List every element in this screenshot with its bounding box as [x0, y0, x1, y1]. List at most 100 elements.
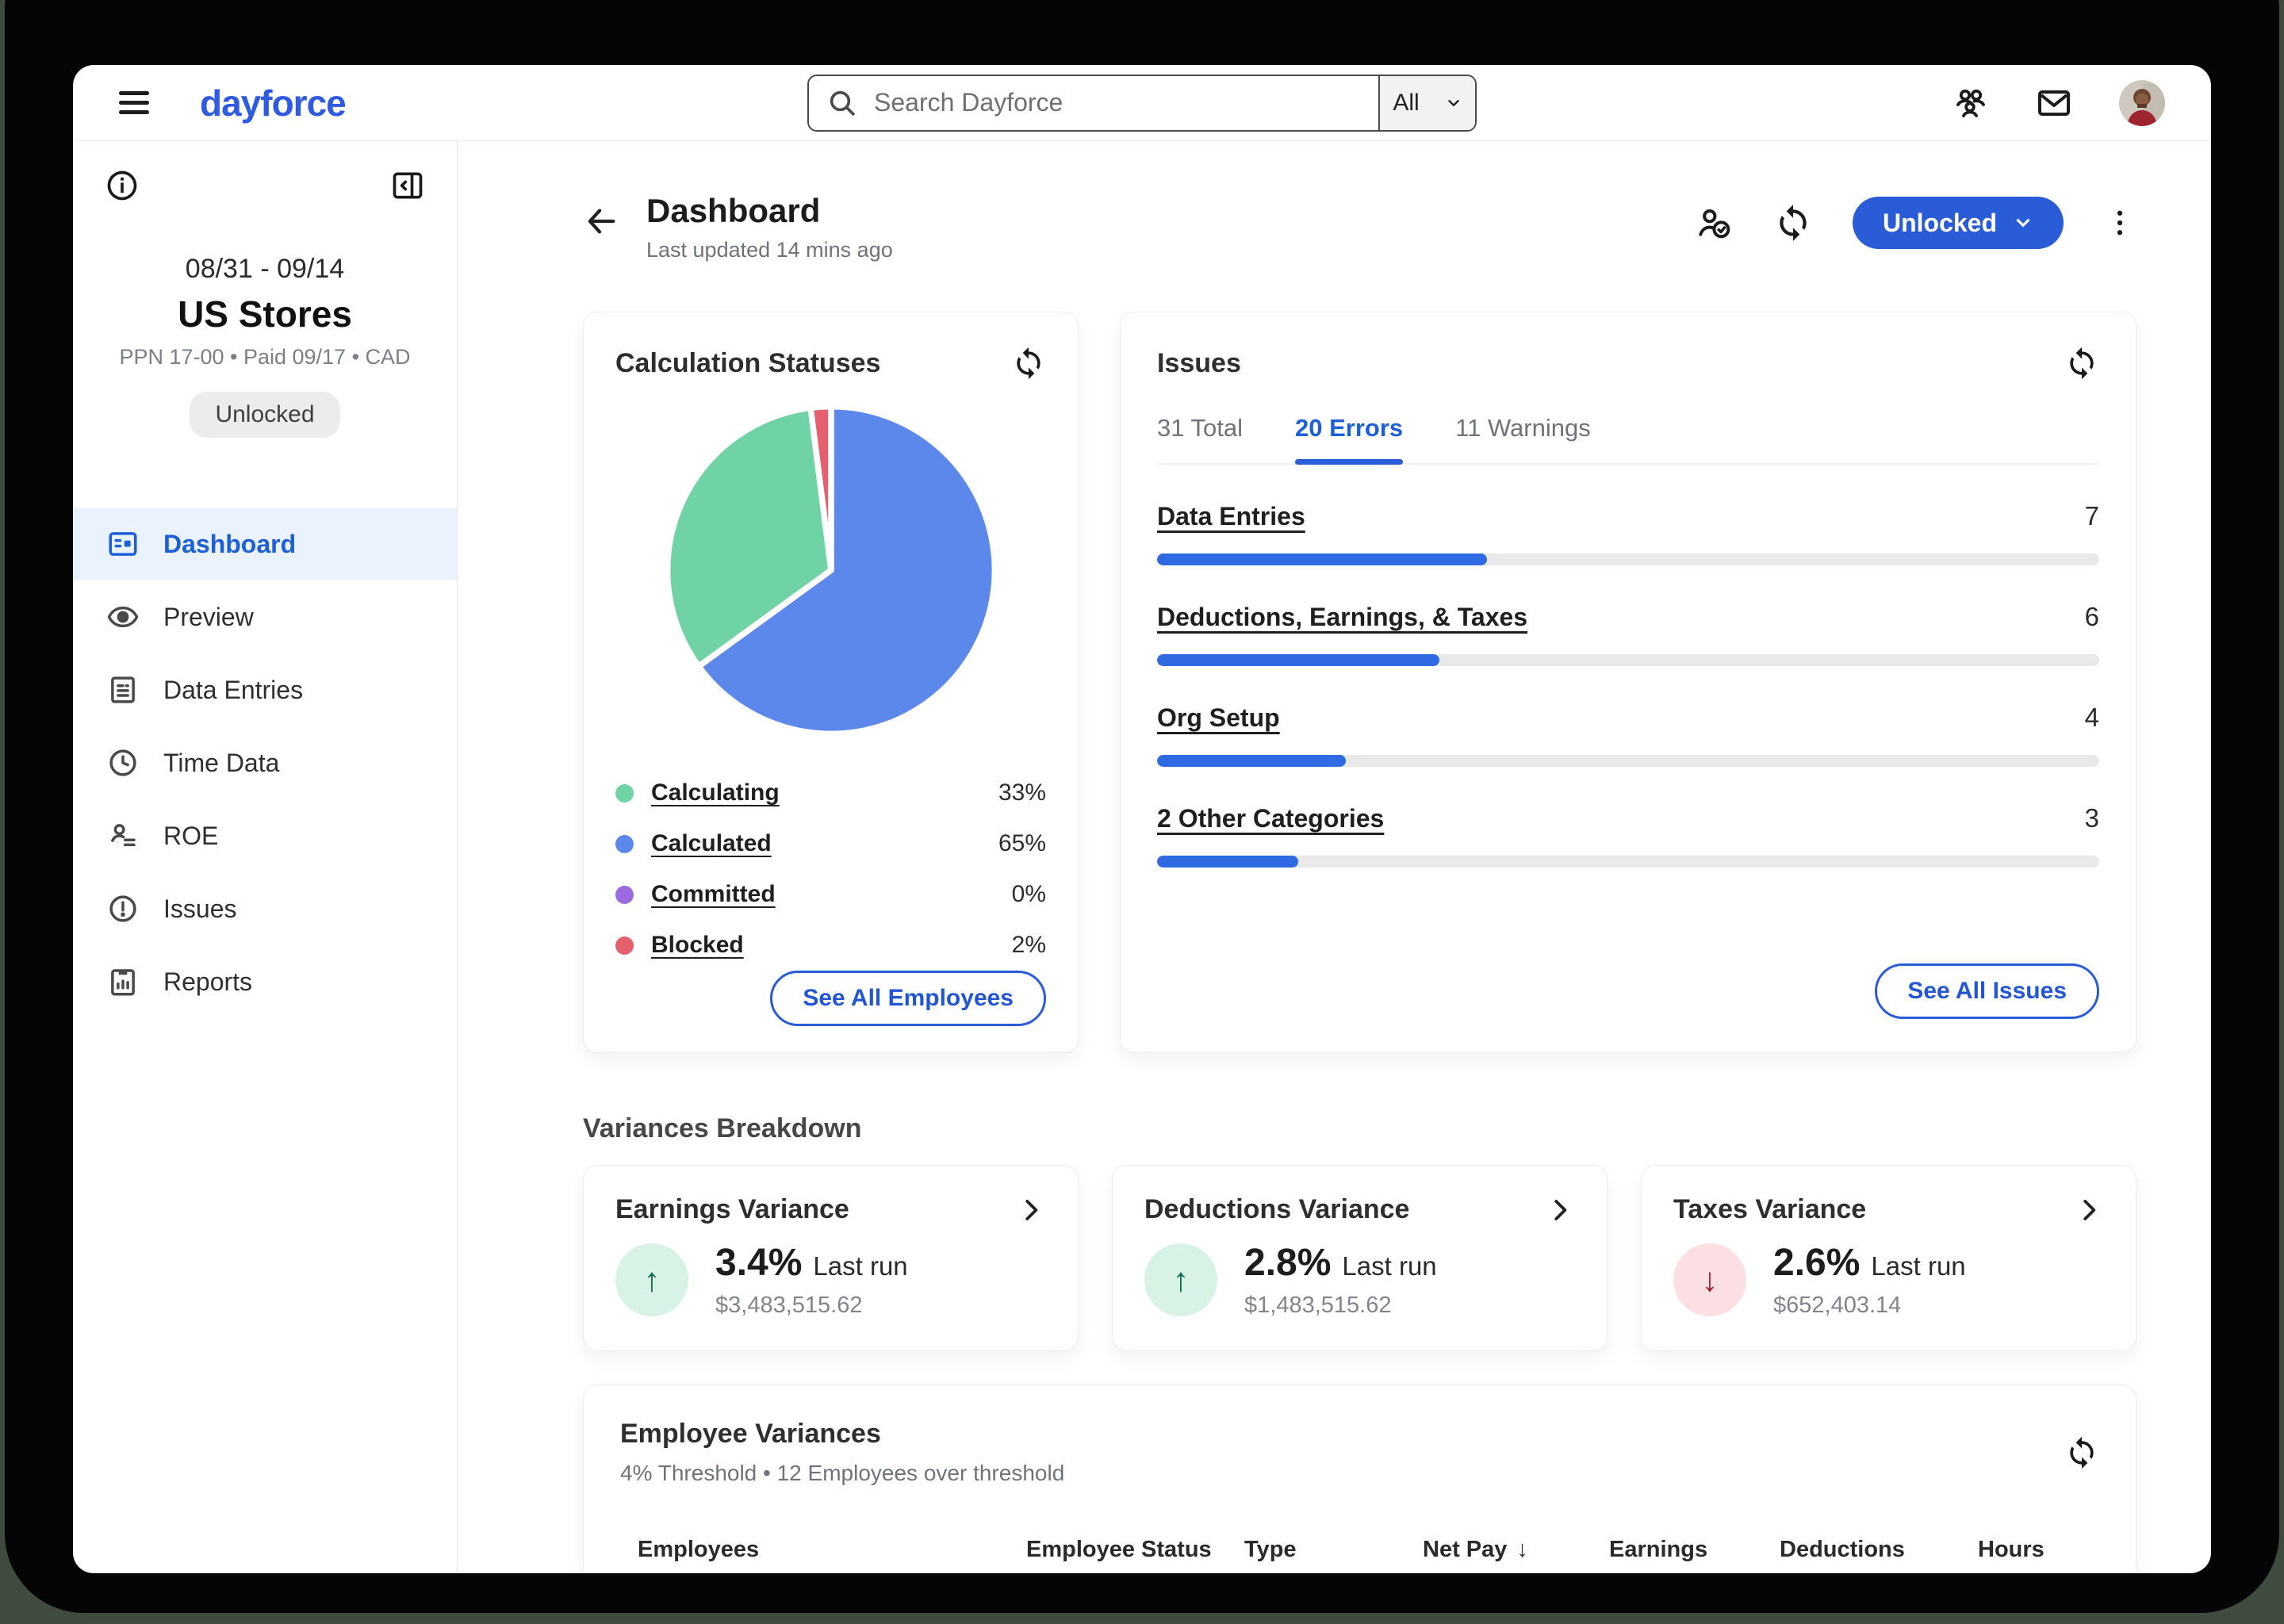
people-icon[interactable]: [1951, 84, 1989, 122]
legend-label[interactable]: Calculated: [651, 830, 772, 857]
variance-amount: $1,483,515.62: [1244, 1293, 1437, 1319]
variance-card-title: Deductions Variance: [1144, 1194, 1409, 1225]
hamburger-menu-icon[interactable]: [119, 91, 149, 114]
issue-count: 3: [2085, 803, 2099, 833]
legend-row: Committed 0%: [615, 869, 1046, 920]
last-updated-text: Last updated 14 mins ago: [646, 238, 893, 262]
variance-percent: 2.8%: [1244, 1242, 1331, 1284]
see-all-issues-button[interactable]: See All Issues: [1875, 963, 2099, 1019]
pie-legend: Calculating 33% Calculated 65% Committed: [615, 768, 1046, 971]
legend-dot: [615, 886, 634, 904]
alert-circle-icon: [106, 892, 140, 925]
sidebar-item-label: Dashboard: [163, 530, 296, 559]
app-window: dayforce All: [73, 65, 2211, 1573]
collapse-panel-icon[interactable]: [390, 168, 425, 203]
legend-value: 65%: [998, 830, 1046, 857]
sidebar-item-reports[interactable]: Reports: [73, 945, 457, 1018]
global-search: All: [807, 75, 1477, 132]
search-input[interactable]: [858, 88, 1378, 117]
legend-value: 33%: [998, 779, 1046, 806]
back-arrow-icon[interactable]: [583, 203, 619, 239]
refresh-icon[interactable]: [2064, 1435, 2099, 1470]
unlocked-dropdown-label: Unlocked: [1883, 209, 1997, 238]
sidebar-item-label: Time Data: [163, 749, 279, 778]
document-icon: [106, 673, 140, 707]
sidebar-item-dashboard[interactable]: Dashboard: [73, 508, 457, 580]
issue-category-link[interactable]: Org Setup: [1157, 703, 1280, 733]
legend-row: Calculating 33%: [615, 768, 1046, 818]
topbar: dayforce All: [73, 65, 2211, 141]
column-employee-status: Employee Status: [1026, 1537, 1244, 1563]
brand-logo: dayforce: [200, 82, 346, 124]
column-hours: Hours: [1978, 1537, 2082, 1563]
mail-icon[interactable]: [2035, 84, 2073, 122]
sidebar-nav: Dashboard Preview Data Entries Time Data: [73, 508, 457, 1018]
issue-row: Org Setup 4: [1157, 703, 2099, 767]
trend-arrow-icon: ↑: [615, 1243, 688, 1316]
column-net-pay[interactable]: Net Pay ↓: [1423, 1537, 1609, 1563]
search-icon: [826, 87, 858, 119]
variance-percent: 2.6%: [1773, 1242, 1860, 1284]
issue-count: 7: [2085, 501, 2099, 531]
sidebar-item-time-data[interactable]: Time Data: [73, 726, 457, 799]
info-icon[interactable]: [105, 168, 140, 203]
sidebar-item-data-entries[interactable]: Data Entries: [73, 653, 457, 726]
stage: dayforce All: [0, 0, 2284, 1624]
sidebar-item-label: Issues: [163, 894, 236, 924]
legend-row: Blocked 2%: [615, 920, 1046, 971]
chevron-right-icon: [1545, 1195, 1575, 1225]
sidebar-item-issues[interactable]: Issues: [73, 872, 457, 945]
column-deductions: Deductions: [1780, 1537, 1978, 1563]
legend-dot: [615, 784, 634, 802]
issue-category-link[interactable]: Data Entries: [1157, 502, 1305, 531]
employee-variances-card: Employee Variances 4% Threshold • 12 Emp…: [583, 1385, 2136, 1572]
tab-errors[interactable]: 20 Errors: [1295, 414, 1403, 463]
sidebar-item-roe[interactable]: ROE: [73, 799, 457, 872]
see-all-employees-button[interactable]: See All Employees: [770, 971, 1046, 1026]
sort-descending-icon: ↓: [1516, 1537, 1528, 1563]
issue-progress-track: [1157, 856, 2099, 868]
variance-suffix: Last run: [1342, 1251, 1436, 1281]
chevron-right-icon: [1016, 1195, 1046, 1225]
tab-warnings[interactable]: 11 Warnings: [1455, 414, 1591, 463]
legend-dot: [615, 936, 634, 955]
kebab-menu-icon[interactable]: [2103, 206, 2136, 239]
variance-amount: $3,483,515.62: [715, 1293, 908, 1319]
person-sync-icon[interactable]: [1694, 203, 1734, 243]
column-earnings: Earnings: [1609, 1537, 1780, 1563]
employee-table-header: Employees Employee Status Type Net Pay ↓…: [620, 1537, 2099, 1572]
sidebar-item-preview[interactable]: Preview: [73, 580, 457, 653]
column-type: Type: [1244, 1537, 1423, 1563]
variance-amount: $652,403.14: [1773, 1293, 1966, 1319]
refresh-icon[interactable]: [1773, 203, 1813, 243]
calculation-statuses-card: Calculation Statuses Calculating: [583, 312, 1079, 1053]
main-content: Dashboard Last updated 14 mins ago Unloc…: [458, 141, 2211, 1572]
legend-value: 0%: [1012, 881, 1046, 908]
variance-percent: 3.4%: [715, 1242, 802, 1284]
issue-category-link[interactable]: Deductions, Earnings, & Taxes: [1157, 603, 1527, 632]
avatar[interactable]: [2119, 80, 2165, 126]
legend-label[interactable]: Blocked: [651, 932, 744, 959]
legend-label[interactable]: Committed: [651, 881, 776, 908]
tab-total[interactable]: 31 Total: [1157, 414, 1243, 463]
issue-progress-fill: [1157, 755, 1346, 767]
chevron-right-icon: [2074, 1195, 2104, 1225]
issue-progress-fill: [1157, 553, 1487, 565]
taxes-variance-card[interactable]: Taxes Variance ↓ 2.6%Last run $652,403.1…: [1641, 1165, 2136, 1351]
legend-label[interactable]: Calculating: [651, 779, 780, 806]
earnings-variance-card[interactable]: Earnings Variance ↑ 3.4%Last run $3,483,…: [583, 1165, 1079, 1351]
calc-card-title: Calculation Statuses: [615, 348, 880, 379]
issue-count: 6: [2085, 602, 2099, 632]
issues-card-title: Issues: [1157, 348, 1241, 379]
refresh-icon[interactable]: [2064, 346, 2099, 381]
sidebar-item-label: Preview: [163, 603, 254, 632]
issue-category-link[interactable]: 2 Other Categories: [1157, 804, 1384, 833]
person-list-icon: [106, 819, 140, 852]
unlocked-dropdown-button[interactable]: Unlocked: [1853, 197, 2064, 249]
deductions-variance-card[interactable]: Deductions Variance ↑ 2.8%Last run $1,48…: [1112, 1165, 1608, 1351]
report-icon: [106, 965, 140, 998]
refresh-icon[interactable]: [1011, 346, 1046, 381]
variances-breakdown-heading: Variances Breakdown: [583, 1113, 2136, 1144]
search-scope-dropdown[interactable]: All: [1378, 76, 1475, 130]
eye-icon: [106, 600, 140, 634]
